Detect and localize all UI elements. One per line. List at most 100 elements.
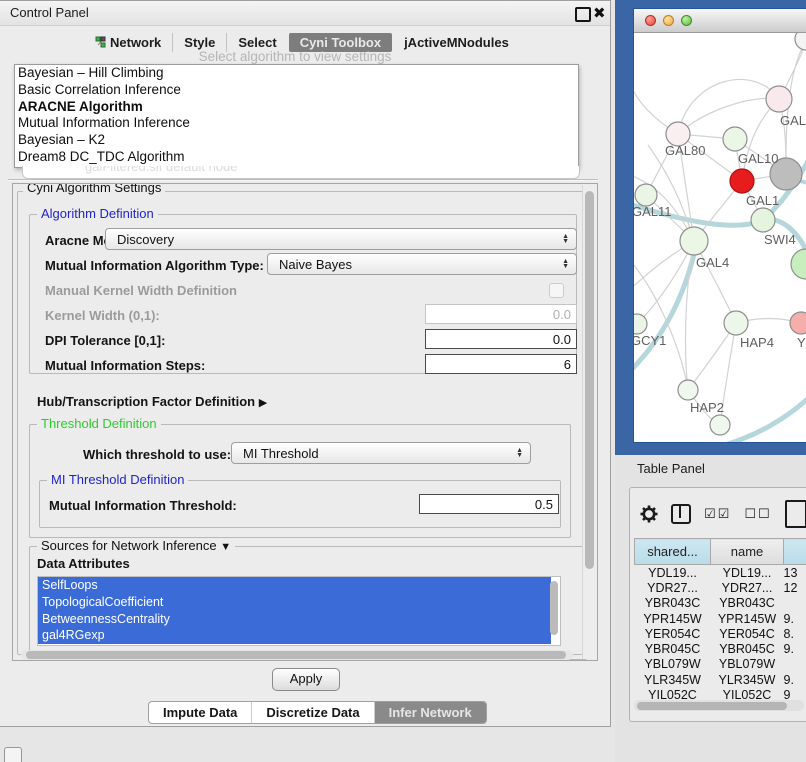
which-threshold-select[interactable]: MI Threshold ▲▼ bbox=[231, 442, 531, 464]
mi-type-label: Mutual Information Algorithm Type: bbox=[45, 258, 264, 273]
attribute-item[interactable]: SelfLoops bbox=[38, 577, 551, 594]
table-row[interactable]: YPR145WYPR145W9. bbox=[635, 611, 806, 626]
settings-vscrollbar-thumb[interactable] bbox=[585, 191, 594, 569]
network-node-swi4[interactable] bbox=[751, 208, 775, 232]
settings-vscrollbar[interactable] bbox=[582, 185, 596, 659]
column-header[interactable] bbox=[784, 539, 806, 565]
close-icon[interactable]: ✖ bbox=[593, 4, 606, 22]
checked-columns-icon[interactable]: ☑☑ bbox=[704, 506, 731, 522]
cyni-settings-scrollpane: Cyni Algorithm Settings Algorithm Defini… bbox=[12, 183, 598, 661]
table-toolbar: ☑☑ ☐☐ bbox=[640, 500, 806, 528]
table-cell: 9. bbox=[784, 611, 806, 626]
table-row[interactable]: YER054CYER054C8. bbox=[635, 626, 806, 641]
attribute-item[interactable]: gal4RGexp bbox=[38, 627, 551, 644]
network-node-gal1[interactable] bbox=[730, 169, 754, 193]
mi-threshold-field[interactable]: 0.5 bbox=[419, 494, 559, 514]
bottom-tab-impute-data[interactable]: Impute Data bbox=[149, 702, 251, 723]
mi-threshold-label: Mutual Information Threshold: bbox=[49, 498, 237, 513]
dpi-tolerance-field[interactable]: 0.0 bbox=[425, 329, 577, 349]
attributes-scrollbar-thumb[interactable] bbox=[550, 581, 558, 635]
table-header-row: shared...name bbox=[635, 539, 806, 565]
close-traffic-light-icon[interactable] bbox=[645, 15, 656, 26]
network-node-label: Y bbox=[797, 335, 806, 350]
bottom-tab-infer-network[interactable]: Infer Network bbox=[374, 702, 486, 723]
settings-group-title: Cyni Algorithm Settings bbox=[23, 183, 165, 195]
aracne-mode-select[interactable]: Discovery ▲▼ bbox=[105, 228, 577, 250]
table-cell: YBL079W bbox=[635, 657, 711, 672]
hub-definition-expander[interactable]: Hub/Transcription Factor Definition ▶ bbox=[37, 394, 267, 409]
network-node-label: GAL bbox=[780, 113, 806, 128]
table-row[interactable]: YBL079WYBL079W bbox=[635, 657, 806, 672]
split-table-icon[interactable] bbox=[671, 504, 691, 524]
table-cell: YDL19... bbox=[711, 565, 784, 581]
network-canvas[interactable]: GALGAL80GAL10GAL1GAL11SWI4GAL4GCY1HAP4YH… bbox=[634, 33, 806, 442]
algorithm-option[interactable]: Basic Correlation Inference bbox=[15, 82, 578, 99]
table-row[interactable]: YDL19...YDL19...13 bbox=[635, 565, 806, 581]
network-node[interactable] bbox=[710, 415, 730, 435]
expander-down-icon[interactable]: ▼ bbox=[220, 541, 231, 553]
algorithm-option[interactable]: Dream8 DC_TDC Algorithm bbox=[15, 149, 578, 166]
table-hscrollbar[interactable] bbox=[634, 700, 804, 711]
network-node-y[interactable] bbox=[790, 312, 806, 334]
network-node-hap2[interactable] bbox=[678, 380, 698, 400]
table-row[interactable]: YBR045CYBR045C9. bbox=[635, 641, 806, 656]
network-node-hap4[interactable] bbox=[724, 311, 748, 335]
minimize-traffic-light-icon[interactable] bbox=[663, 15, 674, 26]
attributes-hscrollbar[interactable] bbox=[21, 650, 573, 660]
algorithm-definition-title: Algorithm Definition bbox=[37, 206, 158, 221]
bottom-tab-discretize-data[interactable]: Discretize Data bbox=[251, 702, 373, 723]
algorithm-option[interactable]: ARACNE Algorithm bbox=[15, 99, 578, 116]
hub-definition-label: Hub/Transcription Factor Definition bbox=[37, 394, 255, 409]
control-panel-titlebar[interactable]: Control Panel ✖ bbox=[0, 1, 610, 26]
expander-right-icon[interactable]: ▶ bbox=[259, 397, 267, 409]
kernel-width-field[interactable]: 0.0 bbox=[425, 304, 577, 324]
network-node[interactable] bbox=[795, 33, 806, 50]
unchecked-columns-icon[interactable]: ☐☐ bbox=[744, 506, 771, 522]
network-node-gal10[interactable] bbox=[723, 127, 747, 151]
algorithm-dropdown-popup: Bayesian – Hill ClimbingBasic Correlatio… bbox=[14, 64, 579, 168]
algorithm-option[interactable]: Bayesian – K2 bbox=[15, 132, 578, 149]
which-threshold-value: MI Threshold bbox=[243, 446, 319, 461]
float-window-icon[interactable] bbox=[575, 7, 591, 22]
table-row[interactable]: YLR345WYLR345W9. bbox=[635, 672, 806, 687]
tab-label: Network bbox=[110, 35, 161, 50]
network-tab-icon bbox=[95, 36, 106, 48]
column-header[interactable]: name bbox=[711, 539, 784, 565]
network-node-gal4[interactable] bbox=[680, 227, 708, 255]
algorithm-select-placeholder[interactable]: Select algorithm to view settings bbox=[0, 49, 590, 64]
network-view-window[interactable]: GALGAL80GAL10GAL1GAL11SWI4GAL4GCY1HAP4YH… bbox=[633, 8, 806, 443]
table-row[interactable]: YBR043CYBR043C bbox=[635, 596, 806, 611]
column-header[interactable]: shared... bbox=[635, 539, 711, 565]
mi-steps-field[interactable]: 6 bbox=[425, 354, 577, 374]
gear-icon[interactable] bbox=[640, 505, 658, 523]
table-panel-title: Table Panel bbox=[637, 461, 705, 476]
zoom-traffic-light-icon[interactable] bbox=[681, 15, 692, 26]
network-node-gal11[interactable] bbox=[635, 184, 657, 206]
node-table: shared...name YDL19...YDL19...13YDR27...… bbox=[634, 538, 806, 703]
data-attributes-list[interactable]: SelfLoopsTopologicalCoefficientBetweenne… bbox=[37, 576, 561, 646]
network-window-titlebar[interactable] bbox=[634, 9, 806, 33]
data-attributes-label: Data Attributes bbox=[37, 556, 130, 571]
network-node-gcy1[interactable] bbox=[634, 314, 647, 334]
network-node-gal[interactable] bbox=[766, 86, 792, 112]
table-cell: YPR145W bbox=[635, 611, 711, 626]
sources-title[interactable]: Sources for Network Inference ▼ bbox=[37, 538, 235, 553]
table-hscrollbar-thumb[interactable] bbox=[637, 702, 787, 710]
docked-panel-icon[interactable] bbox=[4, 747, 22, 762]
table-cell: YLR345W bbox=[711, 672, 784, 687]
mi-type-select[interactable]: Naive Bayes ▲▼ bbox=[267, 253, 577, 275]
algorithm-option[interactable]: Bayesian – Hill Climbing bbox=[15, 65, 578, 82]
network-node[interactable] bbox=[791, 249, 806, 279]
mi-type-value: Naive Bayes bbox=[279, 257, 352, 272]
table-cell: YBR045C bbox=[635, 641, 711, 656]
attributes-hscrollbar-thumb[interactable] bbox=[26, 651, 566, 659]
attribute-item[interactable]: BetweennessCentrality bbox=[38, 611, 551, 628]
apply-button[interactable]: Apply bbox=[272, 668, 340, 691]
attribute-item[interactable]: TopologicalCoefficient bbox=[38, 594, 551, 611]
new-table-icon[interactable] bbox=[785, 500, 806, 528]
table-row[interactable]: YDR27...YDR27...12 bbox=[635, 580, 806, 595]
manual-kernel-checkbox[interactable] bbox=[549, 283, 564, 298]
control-panel-window: Control Panel ✖ NetworkStyleSelectCyni T… bbox=[0, 0, 611, 727]
algorithm-option[interactable]: Mutual Information Inference bbox=[15, 115, 578, 132]
network-node-label: GCY1 bbox=[634, 333, 666, 348]
